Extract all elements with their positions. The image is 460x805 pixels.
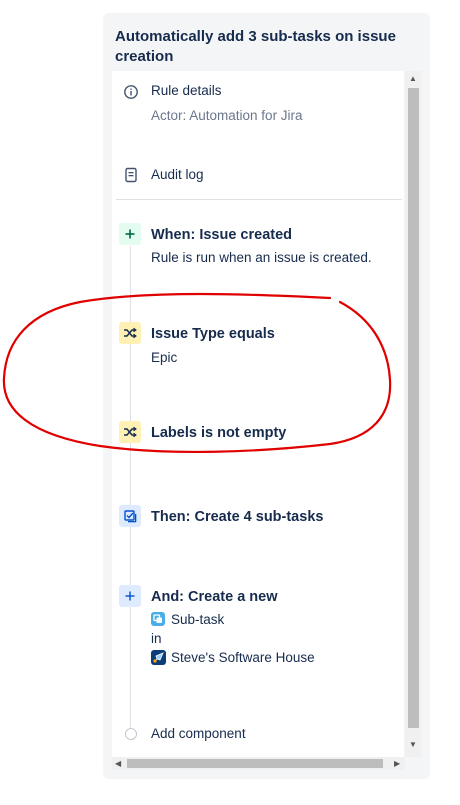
document-icon <box>125 167 137 183</box>
issue-type-value: Sub-task <box>171 612 225 627</box>
scroll-left-arrow[interactable]: ◀ <box>115 759 121 769</box>
rule-flow-line <box>130 246 131 730</box>
audit-log-link[interactable]: Audit log <box>151 167 204 182</box>
step-title-issue-type[interactable]: Issue Type equals <box>151 326 275 342</box>
scroll-right-arrow[interactable]: ▶ <box>394 759 400 769</box>
trigger-badge <box>119 223 141 245</box>
step-desc-issue-type: Epic <box>151 350 178 365</box>
shuffle-icon <box>124 426 137 438</box>
in-label: in <box>151 631 162 646</box>
step-title-create-subtasks[interactable]: Then: Create 4 sub-tasks <box>151 509 323 525</box>
shuffle-icon <box>124 327 137 339</box>
condition-badge <box>119 322 141 344</box>
subtask-icon <box>151 612 165 626</box>
action-badge <box>119 585 141 607</box>
plus-icon <box>125 229 135 239</box>
project-icon <box>151 650 166 665</box>
horizontal-scroll-thumb[interactable] <box>127 759 383 768</box>
action-badge <box>119 505 141 527</box>
plus-icon <box>125 591 135 601</box>
step-title-create-new[interactable]: And: Create a new <box>151 589 278 605</box>
rule-actor: Actor: Automation for Jira <box>151 108 303 123</box>
project-value: Steve's Software House <box>171 650 315 665</box>
step-desc-trigger: Rule is run when an issue is created. <box>151 250 372 265</box>
divider <box>116 199 402 200</box>
add-component-icon <box>125 728 137 740</box>
add-component-button[interactable]: Add component <box>151 726 246 741</box>
step-title-labels[interactable]: Labels is not empty <box>151 425 286 441</box>
scroll-down-arrow[interactable]: ▼ <box>409 740 417 750</box>
step-title-trigger[interactable]: When: Issue created <box>151 227 292 243</box>
scroll-up-arrow[interactable]: ▲ <box>409 74 417 84</box>
rule-title: Automatically add 3 sub-tasks on issue c… <box>115 28 396 65</box>
checkbox-icon <box>123 509 136 522</box>
condition-badge <box>119 421 141 443</box>
info-icon <box>124 85 138 99</box>
rule-details-link[interactable]: Rule details <box>151 83 222 98</box>
vertical-scroll-thumb[interactable] <box>408 88 419 728</box>
